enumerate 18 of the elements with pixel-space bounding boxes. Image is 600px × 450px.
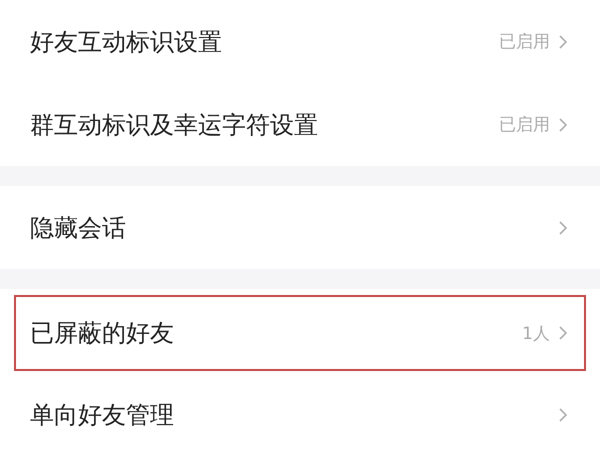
chevron-icon — [558, 406, 568, 422]
settings-label: 好友互动标识设置 — [30, 26, 223, 58]
settings-label: 单向好友管理 — [30, 400, 175, 430]
settings-item[interactable]: 群互动标识及幸运字符设置 已启用 — [14, 83, 586, 166]
chevron-icon — [558, 325, 568, 341]
settings-item[interactable]: 单向好友管理 — [14, 373, 586, 450]
settings-item[interactable]: 已屏蔽的好友 1人 — [14, 295, 586, 371]
chevron-icon — [558, 220, 568, 236]
chevron-icon — [558, 116, 568, 132]
settings-item[interactable]: 隐藏会话 — [14, 186, 586, 269]
settings-value: 1人 — [522, 322, 550, 344]
settings-value: 已启用 — [499, 31, 550, 53]
settings-label: 群互动标识及幸运字符设置 — [30, 110, 319, 140]
chevron-icon — [558, 34, 568, 50]
settings-item[interactable]: 好友互动标识设置 已启用 — [14, 0, 586, 83]
settings-label: 已屏蔽的好友 — [30, 318, 175, 349]
settings-value: 已启用 — [499, 114, 550, 136]
settings-label: 隐藏会话 — [30, 212, 127, 244]
